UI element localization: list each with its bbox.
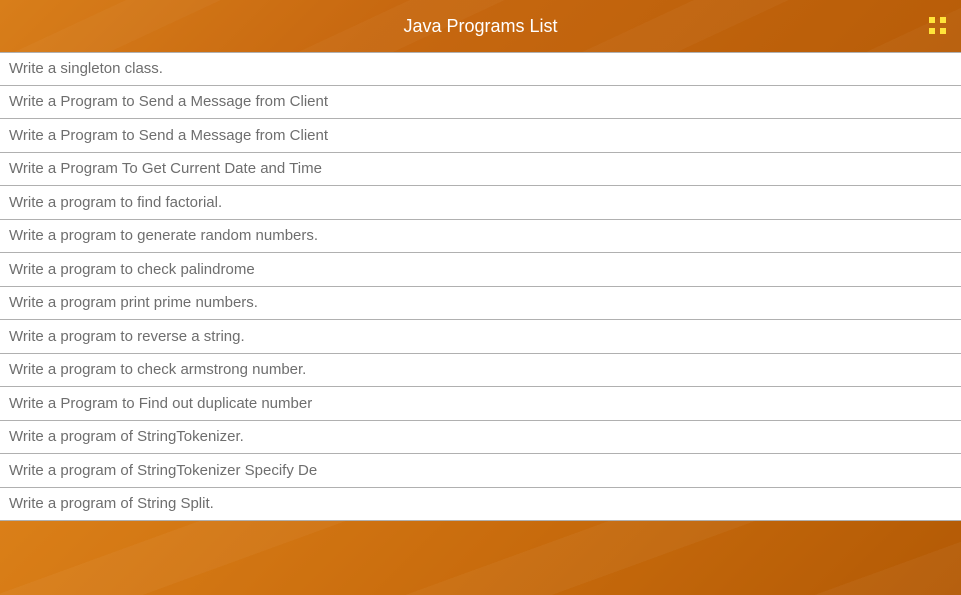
list-item-label: Write a Program To Get Current Date and … xyxy=(9,160,322,177)
list-item[interactable]: Write a program print prime numbers. xyxy=(0,287,961,321)
list-item-label: Write a program of String Split. xyxy=(9,495,214,512)
list-item-label: Write a program to reverse a string. xyxy=(9,328,245,345)
list-item[interactable]: Write a program of StringTokenizer Speci… xyxy=(0,454,961,488)
list-item[interactable]: Write a program of String Split. xyxy=(0,488,961,522)
list-item-label: Write a Program to Find out duplicate nu… xyxy=(9,395,312,412)
programs-list: Write a singleton class. Write a Program… xyxy=(0,52,961,521)
list-item[interactable]: Write a Program to Find out duplicate nu… xyxy=(0,387,961,421)
list-item-label: Write a program to check armstrong numbe… xyxy=(9,361,306,378)
list-item[interactable]: Write a program to check armstrong numbe… xyxy=(0,354,961,388)
list-item-label: Write a Program to Send a Message from C… xyxy=(9,93,328,110)
list-item[interactable]: Write a program to reverse a string. xyxy=(0,320,961,354)
list-item[interactable]: Write a Program To Get Current Date and … xyxy=(0,153,961,187)
list-item-label: Write a program of StringTokenizer. xyxy=(9,428,244,445)
list-item[interactable]: Write a program to generate random numbe… xyxy=(0,220,961,254)
app-footer xyxy=(0,521,961,595)
list-item-label: Write a program print prime numbers. xyxy=(9,294,258,311)
list-item-label: Write a program to find factorial. xyxy=(9,194,222,211)
list-item-label: Write a program to check palindrome xyxy=(9,261,255,278)
list-item-label: Write a program to generate random numbe… xyxy=(9,227,318,244)
list-item-label: Write a Program to Send a Message from C… xyxy=(9,127,328,144)
list-item[interactable]: Write a Program to Send a Message from C… xyxy=(0,86,961,120)
list-item[interactable]: Write a singleton class. xyxy=(0,52,961,86)
list-item[interactable]: Write a program to check palindrome xyxy=(0,253,961,287)
list-item-label: Write a program of StringTokenizer Speci… xyxy=(9,462,317,479)
list-item[interactable]: Write a program of StringTokenizer. xyxy=(0,421,961,455)
list-item[interactable]: Write a program to find factorial. xyxy=(0,186,961,220)
page-title: Java Programs List xyxy=(403,16,557,37)
grid-menu-icon[interactable] xyxy=(929,17,947,35)
list-item[interactable]: Write a Program to Send a Message from C… xyxy=(0,119,961,153)
list-item-label: Write a singleton class. xyxy=(9,60,163,77)
app-header: Java Programs List xyxy=(0,0,961,52)
